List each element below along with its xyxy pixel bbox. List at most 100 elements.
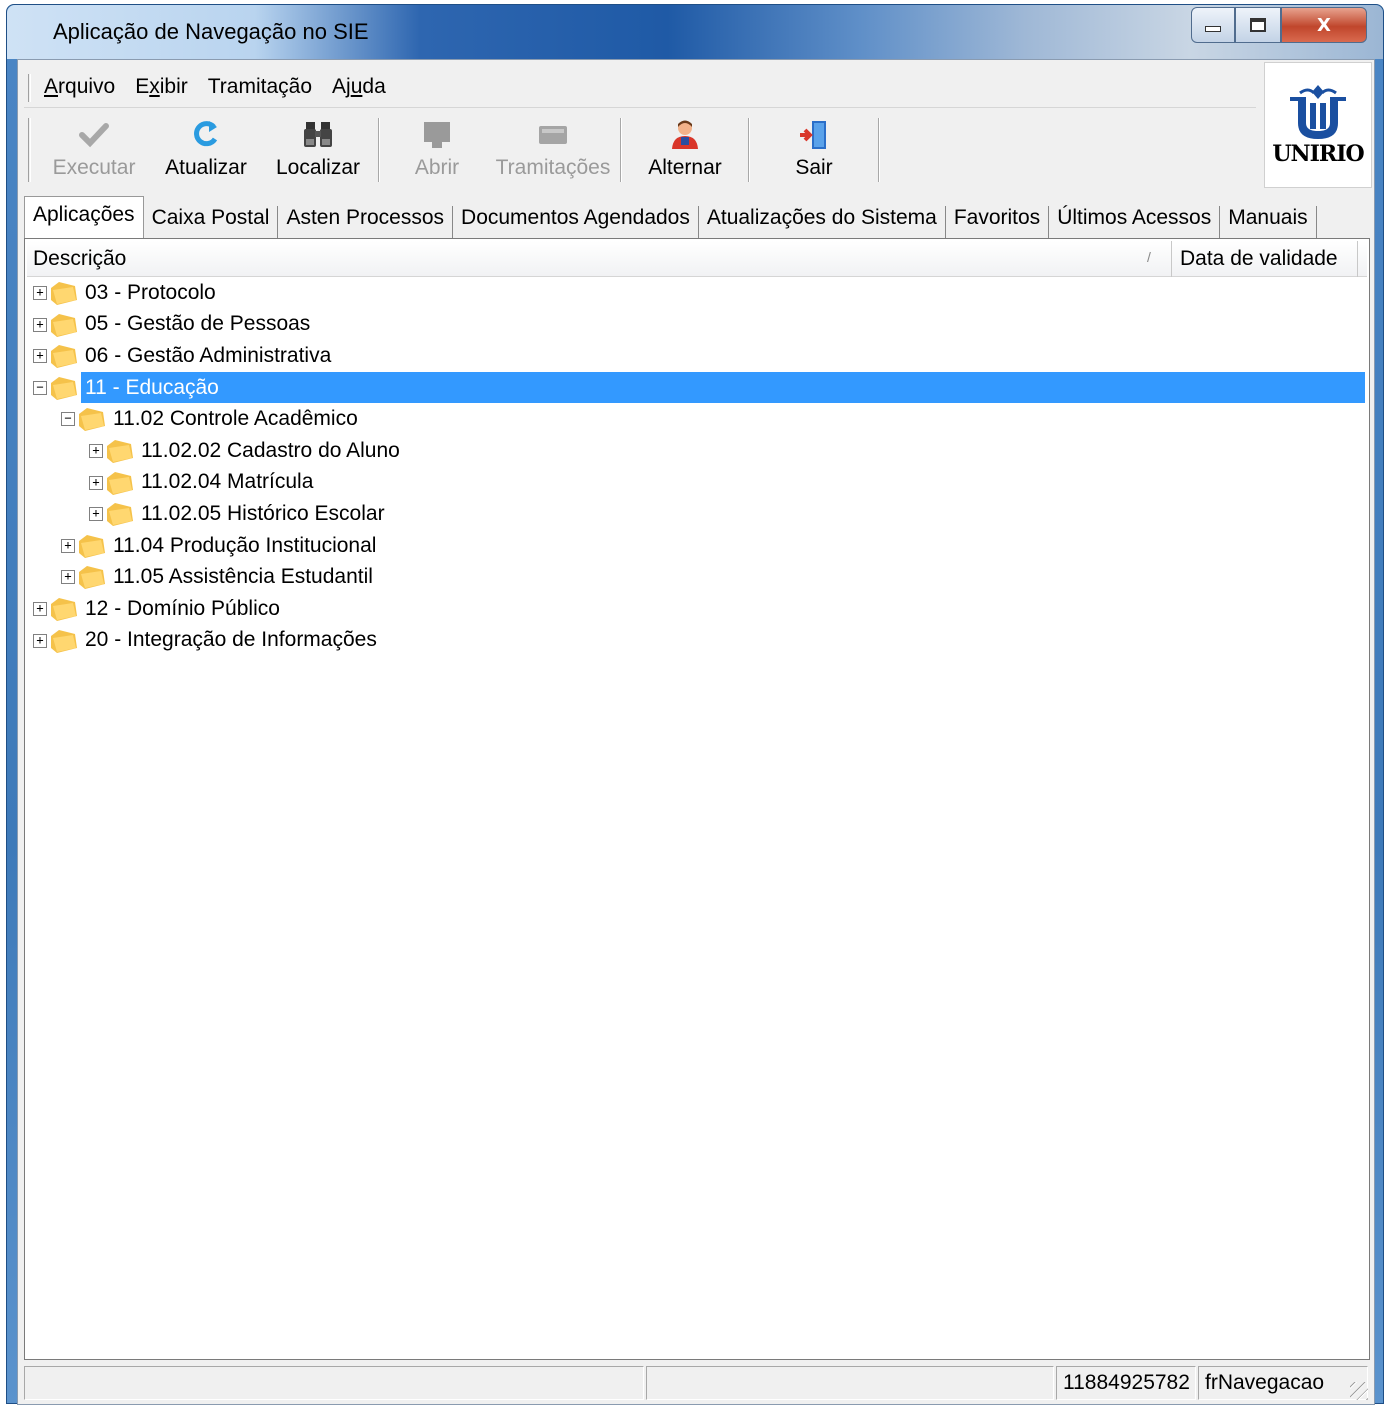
expand-icon[interactable]: + — [89, 443, 103, 458]
folder-icon — [79, 566, 105, 590]
column-header-description[interactable]: Descrição — [33, 247, 126, 271]
menu-bar: Arquivo Exibir Tramitação Ajuda — [24, 66, 1256, 108]
status-bar: 11884925782 frNavegacao — [24, 1366, 1370, 1402]
expand-icon[interactable]: + — [61, 538, 75, 553]
tab-atualizacoes-do-sistema[interactable]: Atualizações do Sistema — [699, 206, 946, 238]
tree-node[interactable]: +03 - Protocolo — [25, 277, 1367, 309]
localizar-button[interactable]: Localizar — [262, 112, 374, 188]
refresh-icon — [189, 118, 223, 152]
tree-node[interactable]: +05 - Gestão de Pessoas — [25, 309, 1367, 341]
sair-label: Sair — [795, 156, 833, 179]
alternar-label: Alternar — [648, 156, 722, 179]
tree-view[interactable]: +03 - Protocolo +05 - Gestão de Pessoas +0… — [25, 277, 1367, 656]
tree-node-label: 06 - Gestão Administrativa — [85, 343, 332, 367]
expand-icon[interactable]: + — [33, 349, 47, 364]
tree-node[interactable]: +11.02.02 Cadastro do Aluno — [25, 435, 1367, 467]
sort-indicator-icon: / — [1147, 249, 1151, 265]
abrir-label: Abrir — [414, 156, 460, 179]
tab-aplicacoes[interactable]: Aplicações — [24, 196, 144, 238]
expand-icon[interactable]: + — [33, 317, 47, 332]
applications-tree-panel: Descrição / Data de validade +03 - Proto… — [24, 238, 1370, 1360]
expand-icon[interactable]: + — [33, 601, 47, 616]
expand-icon[interactable]: + — [33, 633, 47, 648]
executar-label: Executar — [52, 156, 136, 179]
tree-node-label: 05 - Gestão de Pessoas — [85, 312, 311, 336]
logo-text: UNIRIO — [1272, 141, 1364, 167]
tree-node-label: 03 - Protocolo — [85, 280, 216, 304]
expand-icon[interactable]: + — [89, 475, 103, 490]
close-icon: X — [1317, 14, 1331, 36]
tree-node[interactable]: +11.02.04 Matrícula — [25, 467, 1367, 499]
tree-node[interactable]: +12 - Domínio Público — [25, 593, 1367, 625]
tab-manuais[interactable]: Manuais — [1220, 206, 1317, 238]
executar-button[interactable]: Executar — [38, 112, 150, 188]
tree-node-label: 20 - Integração de Informações — [85, 628, 377, 652]
tab-caixa-postal[interactable]: Caixa Postal — [144, 206, 279, 238]
tree-node-label: 11.02.05 Histórico Escolar — [141, 501, 385, 525]
toolbar-grip[interactable] — [28, 118, 31, 182]
tree-node-label: 11.02.02 Cadastro do Aluno — [141, 438, 400, 462]
tab-documentos-agendados[interactable]: Documentos Agendados — [453, 206, 699, 238]
unirio-logo: UNIRIO — [1264, 62, 1372, 188]
status-form-name: frNavegacao — [1198, 1366, 1368, 1400]
window-frame: Aplicação de Navegação no SIE X Arquivo … — [6, 4, 1384, 1405]
folder-icon — [79, 408, 105, 432]
tree-node[interactable]: +11.05 Assistência Estudantil — [25, 561, 1367, 593]
status-user-id: 11884925782 — [1056, 1366, 1196, 1400]
tree-node-label: 12 - Domínio Público — [85, 596, 280, 620]
tab-strip: Aplicações Caixa Postal Asten Processos … — [24, 194, 1370, 238]
folder-icon — [107, 439, 133, 463]
tree-node-label: 11 - Educação — [85, 375, 219, 399]
tab-ultimos-acessos[interactable]: Últimos Acessos — [1049, 206, 1221, 238]
collapse-icon[interactable]: − — [61, 412, 75, 427]
abrir-button[interactable]: Abrir — [384, 112, 490, 188]
expand-icon[interactable]: + — [89, 507, 103, 522]
open-window-icon — [420, 118, 454, 152]
minimize-button[interactable] — [1191, 7, 1235, 43]
maximize-button[interactable] — [1235, 7, 1281, 43]
toolbar-separator — [878, 118, 880, 182]
folder-icon — [79, 534, 105, 558]
tree-node[interactable]: +06 - Gestão Administrativa — [25, 340, 1367, 372]
window-title: Aplicação de Navegação no SIE — [53, 19, 369, 44]
document-icon — [536, 118, 570, 152]
menu-tramitacao[interactable]: Tramitação — [208, 75, 312, 99]
menu-ajuda[interactable]: Ajuda — [332, 75, 386, 99]
menu-grip[interactable] — [28, 74, 31, 102]
sair-button[interactable]: Sair — [754, 112, 874, 188]
expand-icon[interactable]: + — [61, 570, 75, 585]
tree-node[interactable]: +11.04 Produção Institucional — [25, 530, 1367, 562]
menu-exibir[interactable]: Exibir — [135, 75, 188, 99]
toolbar-separator — [378, 118, 380, 182]
menu-arquivo[interactable]: Arquivo — [44, 75, 115, 99]
close-button[interactable]: X — [1281, 7, 1367, 43]
alternar-button[interactable]: Alternar — [626, 112, 744, 188]
tree-node[interactable]: +20 - Integração de Informações — [25, 625, 1367, 657]
tab-asten-processos[interactable]: Asten Processos — [278, 206, 454, 238]
status-panel-1 — [24, 1366, 644, 1400]
selection-highlight — [81, 371, 1365, 404]
column-header-validity[interactable]: Data de validade — [1171, 241, 1346, 277]
tab-favoritos[interactable]: Favoritos — [946, 206, 1050, 238]
tramitacoes-button[interactable]: Tramitações — [490, 112, 616, 188]
tramitacoes-label: Tramitações — [495, 156, 611, 179]
title-bar[interactable]: Aplicação de Navegação no SIE X — [7, 5, 1383, 59]
resize-grip[interactable] — [1350, 1382, 1368, 1400]
checkmark-icon — [77, 118, 111, 152]
folder-icon — [107, 503, 133, 527]
minimize-icon — [1205, 26, 1221, 32]
unirio-emblem-icon — [1290, 85, 1346, 139]
folder-icon — [51, 376, 77, 400]
tree-node-label: 11.02 Controle Acadêmico — [113, 407, 358, 431]
collapse-icon[interactable]: − — [33, 380, 47, 395]
tree-node[interactable]: +11.02.05 Histórico Escolar — [25, 498, 1367, 530]
folder-icon — [51, 597, 77, 621]
expand-icon[interactable]: + — [33, 286, 47, 300]
tree-node[interactable]: − 11 - Educação — [25, 371, 1367, 404]
tree-node[interactable]: − 11.02 Controle Acadêmico — [25, 403, 1367, 435]
atualizar-button[interactable]: Atualizar — [150, 112, 262, 188]
atualizar-label: Atualizar — [165, 156, 247, 179]
localizar-label: Localizar — [275, 156, 361, 179]
binoculars-icon — [301, 118, 335, 152]
toolbar-separator — [748, 118, 750, 182]
